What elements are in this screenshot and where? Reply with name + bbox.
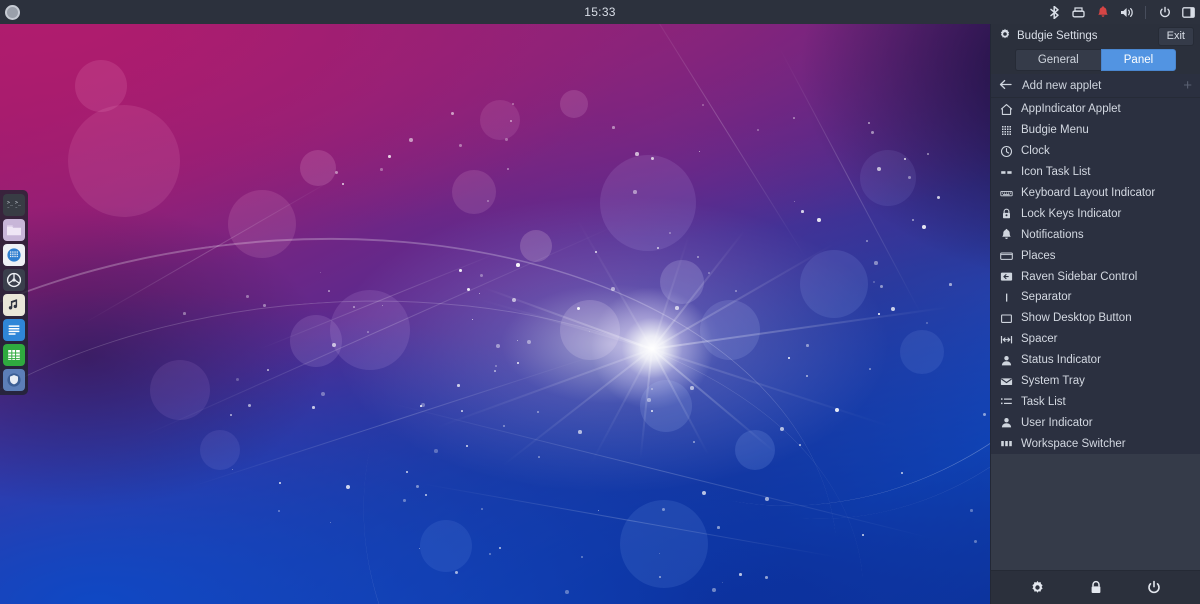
workspace-switcher-icon bbox=[1000, 437, 1013, 450]
terminal-icon[interactable]: >_>_~~ bbox=[3, 194, 25, 216]
applet-label: System Tray bbox=[1021, 375, 1085, 387]
applet-row[interactable]: Places bbox=[991, 245, 1200, 266]
music-player-icon[interactable] bbox=[3, 294, 25, 316]
spacer-icon bbox=[1000, 333, 1013, 346]
raven-bottom-bar bbox=[991, 570, 1200, 604]
add-new-applet-label: Add new applet bbox=[1022, 80, 1173, 92]
bell-icon bbox=[1000, 228, 1013, 241]
applet-row[interactable]: Spacer bbox=[991, 329, 1200, 350]
shutdown-button[interactable] bbox=[1144, 578, 1164, 598]
applet-row[interactable]: Icon Task List bbox=[991, 162, 1200, 183]
status-user-icon bbox=[1000, 354, 1013, 367]
word-processor-icon[interactable] bbox=[3, 319, 25, 341]
applet-label: Clock bbox=[1021, 145, 1050, 157]
applet-row[interactable]: Workspace Switcher bbox=[991, 433, 1200, 454]
separator-icon bbox=[1000, 291, 1013, 304]
tab-panel[interactable]: Panel bbox=[1101, 49, 1176, 71]
exit-button[interactable]: Exit bbox=[1158, 27, 1194, 46]
icon-task-list-icon bbox=[1000, 166, 1013, 179]
applet-row[interactable]: User Indicator bbox=[991, 412, 1200, 433]
applet-row[interactable]: Raven Sidebar Control bbox=[991, 266, 1200, 287]
raven-title: Budgie Settings bbox=[1017, 30, 1152, 42]
applet-label: Notifications bbox=[1021, 229, 1084, 241]
applet-row[interactable]: Show Desktop Button bbox=[991, 308, 1200, 329]
gear-icon bbox=[999, 27, 1011, 45]
application-dock: >_>_~~ bbox=[0, 190, 28, 395]
volume-icon[interactable] bbox=[1119, 0, 1134, 24]
applet-label: Spacer bbox=[1021, 333, 1057, 345]
web-browser-icon[interactable] bbox=[3, 244, 25, 266]
system-tray bbox=[1047, 0, 1196, 24]
applet-label: Budgie Menu bbox=[1021, 124, 1089, 136]
notification-bell-icon[interactable] bbox=[1095, 0, 1110, 24]
settings-gear-button[interactable] bbox=[1028, 578, 1048, 598]
lock-keys-icon bbox=[1000, 207, 1013, 220]
file-manager-icon[interactable] bbox=[3, 219, 25, 241]
applet-label: Status Indicator bbox=[1021, 354, 1101, 366]
secure-browser-icon[interactable] bbox=[3, 369, 25, 391]
printer-icon[interactable] bbox=[1071, 0, 1086, 24]
applet-label: Show Desktop Button bbox=[1021, 312, 1132, 324]
back-arrow-icon[interactable] bbox=[999, 77, 1012, 95]
tab-general[interactable]: General bbox=[1015, 49, 1101, 71]
media-player-icon[interactable] bbox=[3, 269, 25, 291]
raven-toggle-icon[interactable] bbox=[1181, 0, 1196, 24]
applet-label: Places bbox=[1021, 250, 1056, 262]
raven-sidebar: Budgie Settings Exit General Panel Add n… bbox=[990, 24, 1200, 604]
tray-separator bbox=[1145, 6, 1146, 19]
applet-label: Task List bbox=[1021, 396, 1066, 408]
bluetooth-icon[interactable] bbox=[1047, 0, 1062, 24]
applet-label: Separator bbox=[1021, 291, 1072, 303]
lock-screen-button[interactable] bbox=[1086, 578, 1106, 598]
clock-icon bbox=[1000, 145, 1013, 158]
applet-label: Keyboard Layout Indicator bbox=[1021, 187, 1155, 199]
top-panel: 15:33 bbox=[0, 0, 1200, 24]
applet-row[interactable]: Keyboard Layout Indicator bbox=[991, 183, 1200, 204]
applet-row[interactable]: Status Indicator bbox=[991, 350, 1200, 371]
applet-label: Icon Task List bbox=[1021, 166, 1090, 178]
show-desktop-icon bbox=[1000, 312, 1013, 325]
system-tray-icon bbox=[1000, 375, 1013, 388]
raven-tab-bar: General Panel bbox=[991, 48, 1200, 74]
raven-sidebar-icon bbox=[1000, 270, 1013, 283]
add-new-applet-row[interactable]: Add new applet + bbox=[991, 74, 1200, 98]
keyboard-icon bbox=[1000, 187, 1013, 200]
raven-empty-area bbox=[991, 454, 1200, 570]
applet-row[interactable]: Separator bbox=[991, 287, 1200, 308]
add-applet-plus-button[interactable]: + bbox=[1183, 80, 1192, 92]
applet-row[interactable]: AppIndicator Applet bbox=[991, 99, 1200, 120]
applet-label: Raven Sidebar Control bbox=[1021, 271, 1137, 283]
applet-row[interactable]: Notifications bbox=[991, 224, 1200, 245]
applet-label: AppIndicator Applet bbox=[1021, 103, 1121, 115]
applet-row[interactable]: Clock bbox=[991, 141, 1200, 162]
home-icon bbox=[1000, 103, 1013, 116]
applet-label: Workspace Switcher bbox=[1021, 438, 1126, 450]
applet-row[interactable]: System Tray bbox=[991, 371, 1200, 392]
panel-clock[interactable]: 15:33 bbox=[0, 5, 1200, 19]
applet-row[interactable]: Task List bbox=[991, 391, 1200, 412]
applet-list: AppIndicator Applet Budgie Menu Clock Icon … bbox=[991, 98, 1200, 454]
spreadsheet-icon[interactable] bbox=[3, 344, 25, 366]
grid-icon bbox=[1000, 124, 1013, 137]
places-folder-icon bbox=[1000, 249, 1013, 262]
task-list-icon bbox=[1000, 395, 1013, 408]
applet-label: User Indicator bbox=[1021, 417, 1093, 429]
applet-label: Lock Keys Indicator bbox=[1021, 208, 1121, 220]
user-indicator-icon bbox=[1000, 416, 1013, 429]
desktop-screen: 15:33 >_>_~~ bbox=[0, 0, 1200, 604]
applet-row[interactable]: Budgie Menu bbox=[991, 120, 1200, 141]
applet-row[interactable]: Lock Keys Indicator bbox=[991, 203, 1200, 224]
power-icon[interactable] bbox=[1157, 0, 1172, 24]
raven-header: Budgie Settings Exit bbox=[991, 24, 1200, 48]
